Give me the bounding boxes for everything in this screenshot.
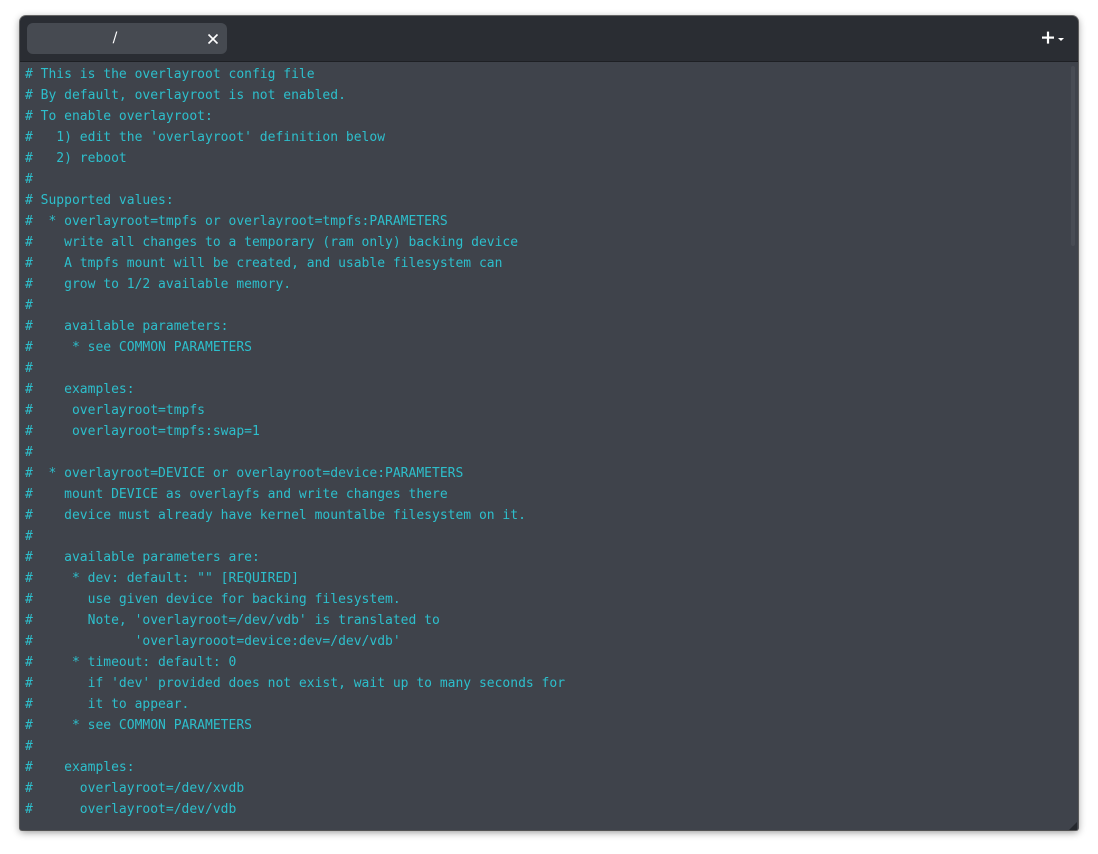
scrollbar[interactable] — [1066, 62, 1078, 830]
close-icon[interactable] — [207, 32, 219, 45]
tab-title: / — [112, 30, 118, 46]
terminal-line: # * see COMMON PARAMETERS — [25, 340, 252, 355]
new-tab-button[interactable] — [1036, 28, 1066, 48]
terminal-line: # examples: — [25, 382, 135, 397]
terminal-line: # 2) reboot — [25, 151, 127, 166]
terminal-line: # * dev: default: "" [REQUIRED] — [25, 571, 299, 586]
terminal-line: # 1) edit the 'overlayroot' definition b… — [25, 130, 386, 145]
terminal-line: # overlayroot=tmpfs:swap=1 — [25, 424, 260, 439]
terminal-line: # To enable overlayroot: — [25, 109, 213, 124]
terminal-line: # if 'dev' provided does not exist, wait… — [25, 676, 566, 691]
terminal-line: # By default, overlayroot is not enabled… — [25, 88, 346, 103]
terminal-line: # A tmpfs mount will be created, and usa… — [25, 256, 503, 271]
terminal-line: # use given device for backing filesyste… — [25, 592, 401, 607]
plus-icon — [1042, 31, 1054, 44]
terminal-line: # — [25, 739, 33, 754]
terminal-output[interactable]: # This is the overlayroot config file # B… — [20, 62, 1062, 830]
terminal-line: # overlayroot=tmpfs — [25, 403, 206, 418]
terminal-line: # overlayroot=/dev/xvdb — [25, 781, 245, 796]
terminal-line: # — [25, 445, 33, 460]
terminal-line: # overlayroot=/dev/vdb — [25, 802, 237, 817]
terminal-line: # grow to 1/2 available memory. — [25, 277, 292, 292]
terminal-line: # available parameters are: — [25, 550, 260, 565]
terminal-line: # 'overlayrooot=device:dev=/dev/vdb' — [25, 634, 401, 649]
title-bar: / — [20, 16, 1078, 62]
tab-active[interactable]: / — [27, 23, 227, 54]
terminal-line: # write all changes to a temporary (ram … — [25, 235, 519, 250]
terminal-line: # mount DEVICE as overlayfs and write ch… — [25, 487, 448, 502]
terminal-line: # * overlayroot=tmpfs or overlayroot=tmp… — [25, 214, 448, 229]
terminal-line: # examples: — [25, 760, 135, 775]
terminal-line: # available parameters: — [25, 319, 229, 334]
terminal-line: # * overlayroot=DEVICE or overlayroot=de… — [25, 466, 464, 481]
terminal-line: # — [25, 298, 33, 313]
resize-grip-icon[interactable] — [1067, 819, 1077, 830]
terminal-line: # * timeout: default: 0 — [25, 655, 237, 670]
terminal-line: # — [25, 172, 33, 187]
terminal-line: # it to appear. — [25, 697, 190, 712]
terminal-line: # This is the overlayroot config file — [25, 67, 315, 82]
scrollbar-thumb[interactable] — [1071, 66, 1075, 246]
terminal-line: # Supported values: — [25, 193, 174, 208]
chevron-down-icon — [1058, 38, 1064, 41]
terminal-window: / # This is the overlayroot config file #… — [20, 16, 1078, 830]
terminal-line: # device must already have kernel mounta… — [25, 508, 526, 523]
terminal-line: # — [25, 361, 33, 376]
terminal-line: # * see COMMON PARAMETERS — [25, 718, 252, 733]
terminal-line: # — [25, 529, 33, 544]
terminal-line: # Note, 'overlayroot=/dev/vdb' is transl… — [25, 613, 440, 628]
